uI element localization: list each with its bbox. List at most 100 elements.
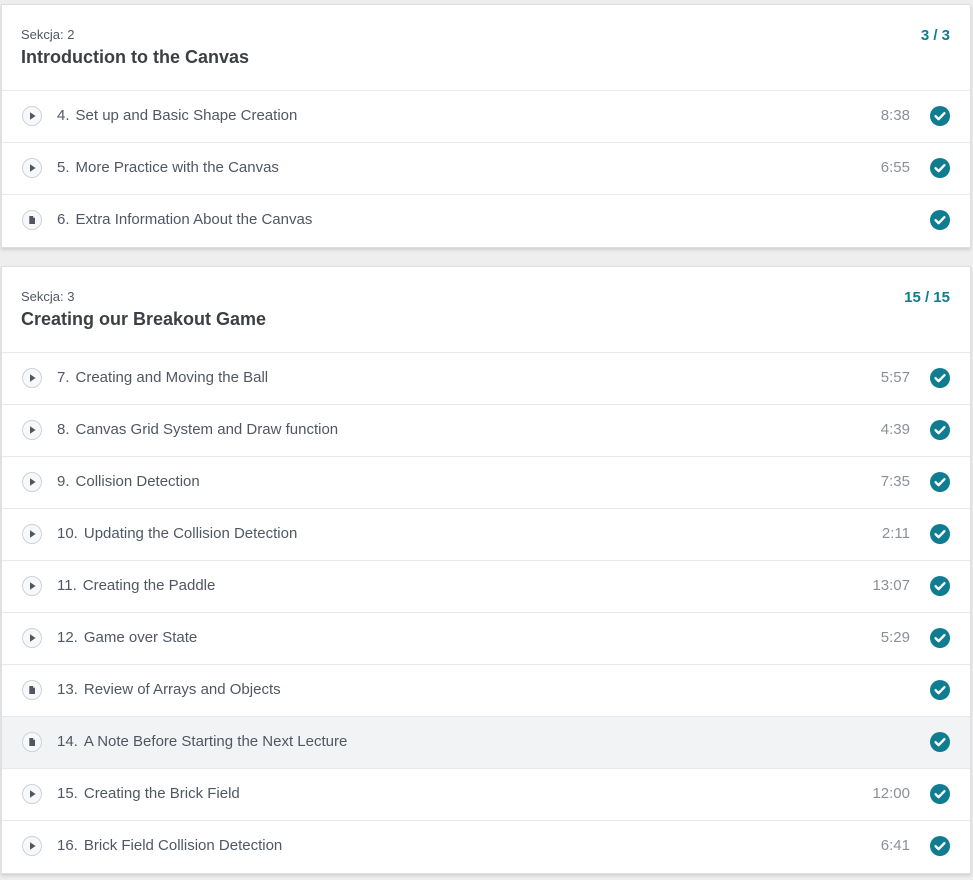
lecture-duration: 12:00: [872, 785, 910, 802]
section-2: Sekcja: 2 Introduction to the Canvas 3 /…: [1, 4, 971, 248]
lecture-row[interactable]: 15. Creating the Brick Field 12:00: [2, 769, 970, 821]
lecture-duration: 5:57: [880, 369, 910, 386]
lecture-row[interactable]: 7. Creating and Moving the Ball 5:57: [2, 353, 970, 405]
lecture-number: 10.: [57, 525, 78, 542]
lecture-number: 7.: [57, 369, 70, 386]
lecture-row[interactable]: 12. Game over State 5:29: [2, 613, 970, 665]
section-label: Sekcja: 3: [21, 289, 75, 304]
lecture-title-text: Set up and Basic Shape Creation: [75, 107, 298, 124]
lecture-row[interactable]: 11. Creating the Paddle 13:07: [2, 561, 970, 613]
lecture-title: 5. More Practice with the Canvas: [57, 159, 279, 176]
lecture-title-text: Collision Detection: [75, 473, 200, 490]
lecture-duration: 6:55: [880, 159, 910, 176]
lecture-row[interactable]: 5. More Practice with the Canvas 6:55: [2, 143, 970, 195]
lecture-duration: 13:07: [872, 577, 910, 594]
lecture-row[interactable]: 14. A Note Before Starting the Next Lectu…: [2, 717, 970, 769]
lecture-duration: 7:35: [880, 473, 910, 490]
section-progress: 3 / 3: [920, 27, 950, 44]
lecture-row[interactable]: 16. Brick Field Collision Detection 6:41: [2, 821, 970, 873]
lecture-title-text: A Note Before Starting the Next Lecture: [83, 733, 348, 750]
lecture-title: 7. Creating and Moving the Ball: [57, 369, 268, 386]
lecture-number: 15.: [57, 785, 78, 802]
lecture-row[interactable]: 13. Review of Arrays and Objects: [2, 665, 970, 717]
completed-check-icon[interactable]: [930, 524, 950, 544]
lecture-title-text: Brick Field Collision Detection: [83, 837, 283, 854]
lecture-title-text: Creating the Brick Field: [83, 785, 240, 802]
lecture-list: 4. Set up and Basic Shape Creation 8:38 5. M…: [2, 91, 970, 247]
lecture-row[interactable]: 10. Updating the Collision Detection 2:11: [2, 509, 970, 561]
lecture-number: 13.: [57, 681, 78, 698]
lecture-duration: 6:41: [880, 837, 910, 854]
lecture-title: 13. Review of Arrays and Objects: [57, 681, 281, 698]
completed-check-icon[interactable]: [930, 732, 950, 752]
completed-check-icon[interactable]: [930, 158, 950, 178]
play-icon[interactable]: [22, 368, 42, 388]
completed-check-icon[interactable]: [930, 368, 950, 388]
lecture-title: 6. Extra Information About the Canvas: [57, 211, 312, 228]
lecture-title: 12. Game over State: [57, 629, 197, 646]
lecture-number: 8.: [57, 421, 70, 438]
section-label: Sekcja: 2: [21, 27, 75, 42]
completed-check-icon[interactable]: [930, 472, 950, 492]
lecture-title: 4. Set up and Basic Shape Creation: [57, 107, 297, 124]
play-icon[interactable]: [22, 836, 42, 856]
completed-check-icon[interactable]: [930, 420, 950, 440]
lecture-number: 12.: [57, 629, 78, 646]
section-header[interactable]: Sekcja: 2 Introduction to the Canvas 3 /…: [2, 5, 970, 91]
lecture-number: 5.: [57, 159, 70, 176]
section-header[interactable]: Sekcja: 3 Creating our Breakout Game 15 …: [2, 267, 970, 353]
play-icon[interactable]: [22, 106, 42, 126]
lecture-number: 6.: [57, 211, 70, 228]
completed-check-icon[interactable]: [930, 680, 950, 700]
section-3: Sekcja: 3 Creating our Breakout Game 15 …: [1, 266, 971, 874]
completed-check-icon[interactable]: [930, 210, 950, 230]
section-progress: 15 / 15: [904, 289, 950, 306]
lecture-duration: 2:11: [881, 525, 910, 542]
lecture-row[interactable]: 6. Extra Information About the Canvas: [2, 195, 970, 247]
lecture-title-text: Game over State: [83, 629, 198, 646]
lecture-number: 14.: [57, 733, 78, 750]
play-icon[interactable]: [22, 628, 42, 648]
lecture-title: 16. Brick Field Collision Detection: [57, 837, 282, 854]
lecture-title: 10. Updating the Collision Detection: [57, 525, 297, 542]
lecture-number: 11.: [57, 577, 77, 594]
lecture-number: 9.: [57, 473, 70, 490]
lecture-duration: 4:39: [880, 421, 910, 438]
lecture-title-text: Creating and Moving the Ball: [75, 369, 269, 386]
completed-check-icon[interactable]: [930, 836, 950, 856]
lecture-title: 8. Canvas Grid System and Draw function: [57, 421, 338, 438]
play-icon[interactable]: [22, 420, 42, 440]
lecture-title-text: Canvas Grid System and Draw function: [75, 421, 339, 438]
play-icon[interactable]: [22, 784, 42, 804]
document-icon[interactable]: [22, 680, 42, 700]
lecture-title: 15. Creating the Brick Field: [57, 785, 240, 802]
play-icon[interactable]: [22, 158, 42, 178]
play-icon[interactable]: [22, 472, 42, 492]
play-icon[interactable]: [22, 576, 42, 596]
lecture-title: 9. Collision Detection: [57, 473, 200, 490]
lecture-title: 11. Creating the Paddle: [57, 577, 215, 594]
lecture-row[interactable]: 9. Collision Detection 7:35: [2, 457, 970, 509]
lecture-duration: 5:29: [880, 629, 910, 646]
lecture-title-text: Review of Arrays and Objects: [83, 681, 281, 698]
lecture-title: 14. A Note Before Starting the Next Lectu…: [57, 733, 347, 750]
lecture-row[interactable]: 4. Set up and Basic Shape Creation 8:38: [2, 91, 970, 143]
document-icon[interactable]: [22, 210, 42, 230]
play-icon[interactable]: [22, 524, 42, 544]
completed-check-icon[interactable]: [930, 106, 950, 126]
lecture-title-text: Creating the Paddle: [82, 577, 216, 594]
lecture-title-text: More Practice with the Canvas: [75, 159, 279, 176]
lecture-title-text: Extra Information About the Canvas: [75, 211, 313, 228]
lecture-number: 4.: [57, 107, 70, 124]
completed-check-icon[interactable]: [930, 784, 950, 804]
completed-check-icon[interactable]: [930, 576, 950, 596]
lecture-list: 7. Creating and Moving the Ball 5:57 8. Canv…: [2, 353, 970, 873]
section-title: Introduction to the Canvas: [21, 47, 250, 67]
lecture-number: 16.: [57, 837, 78, 854]
lecture-row[interactable]: 8. Canvas Grid System and Draw function 4:…: [2, 405, 970, 457]
document-icon[interactable]: [22, 732, 42, 752]
completed-check-icon[interactable]: [930, 628, 950, 648]
section-title: Creating our Breakout Game: [21, 309, 267, 329]
lecture-duration: 8:38: [880, 107, 910, 124]
lecture-title-text: Updating the Collision Detection: [83, 525, 298, 542]
